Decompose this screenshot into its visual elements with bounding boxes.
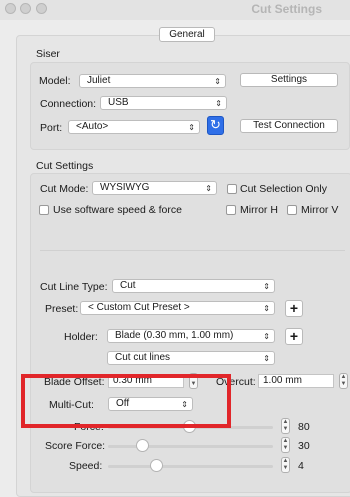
model-label: Model:	[39, 75, 71, 87]
speed-label: Speed:	[69, 460, 103, 472]
divider	[40, 250, 345, 251]
cut-mode-select[interactable]: WYSIWYG ⇕	[92, 181, 217, 195]
chevron-updown-icon: ⇕	[215, 99, 222, 108]
test-connection-button[interactable]: Test Connection	[240, 119, 338, 133]
holder-label: Holder:	[64, 331, 98, 343]
chevron-updown-icon: ⇕	[263, 332, 270, 341]
use-software-speed-checkbox[interactable]	[39, 205, 49, 215]
force-stepper[interactable]: ▲ ▼	[281, 418, 290, 434]
holder-select[interactable]: Blade (0.30 mm, 1.00 mm) ⇕	[107, 329, 275, 343]
add-preset-button[interactable]: +	[285, 300, 303, 317]
holder-value: Blade (0.30 mm, 1.00 mm)	[115, 330, 234, 341]
mirror-h-label: Mirror H	[240, 204, 278, 216]
chevron-updown-icon: ⇕	[214, 77, 221, 86]
speed-value: 4	[298, 460, 304, 472]
window-title: Cut Settings	[251, 2, 322, 16]
siser-group-title: Siser	[36, 48, 60, 60]
score-force-value: 30	[298, 440, 310, 452]
port-value: <Auto>	[76, 121, 109, 132]
plus-icon: +	[289, 328, 299, 344]
minimize-window-button[interactable]	[20, 3, 31, 14]
score-force-slider-knob[interactable]	[136, 439, 149, 452]
overcut-stepper[interactable]: ▲ ▼	[339, 373, 348, 389]
add-holder-button[interactable]: +	[285, 328, 303, 345]
chevron-updown-icon: ⇕	[263, 282, 270, 291]
overcut-field[interactable]: 1.00 mm	[258, 374, 334, 388]
cut-line-type-value: Cut	[120, 280, 136, 291]
cut-lines-select[interactable]: Cut cut lines ⇕	[107, 351, 275, 365]
preset-value: < Custom Cut Preset >	[88, 302, 190, 313]
cut-settings-group-title: Cut Settings	[36, 160, 94, 172]
cut-mode-value: WYSIWYG	[100, 182, 150, 193]
force-value: 80	[298, 421, 310, 433]
model-value: Juliet	[87, 75, 111, 86]
cut-mode-label: Cut Mode:	[40, 183, 89, 195]
tab-general[interactable]: General	[159, 27, 215, 42]
highlight-box	[21, 374, 231, 428]
score-force-stepper[interactable]: ▲ ▼	[281, 437, 290, 453]
refresh-icon: ↻	[210, 117, 221, 132]
cut-line-type-label: Cut Line Type:	[40, 281, 108, 293]
connection-select[interactable]: USB ⇕	[100, 96, 227, 110]
score-force-label: Score Force:	[45, 440, 106, 452]
title-bar: Cut Settings	[0, 0, 350, 20]
speed-slider-knob[interactable]	[150, 459, 163, 472]
use-software-speed-label: Use software speed & force	[53, 204, 182, 216]
model-select[interactable]: Juliet ⇕	[79, 74, 226, 88]
preset-label: Preset:	[45, 303, 79, 315]
port-label: Port:	[40, 122, 63, 134]
speed-stepper[interactable]: ▲ ▼	[281, 457, 290, 473]
settings-button[interactable]: Settings	[240, 73, 338, 87]
mirror-v-checkbox[interactable]	[287, 205, 297, 215]
speed-slider[interactable]	[108, 465, 273, 468]
mirror-v-label: Mirror V	[301, 204, 339, 216]
preset-select[interactable]: < Custom Cut Preset > ⇕	[80, 301, 275, 315]
chevron-updown-icon: ⇕	[188, 123, 195, 132]
chevron-updown-icon: ⇕	[263, 304, 270, 313]
zoom-window-button[interactable]	[36, 3, 47, 14]
cut-selection-only-label: Cut Selection Only	[240, 183, 327, 195]
chevron-updown-icon: ⇕	[205, 184, 212, 193]
score-force-slider[interactable]	[108, 445, 273, 448]
connection-value: USB	[108, 97, 129, 108]
cut-lines-value: Cut cut lines	[115, 352, 171, 363]
port-select[interactable]: <Auto> ⇕	[68, 120, 200, 134]
plus-icon: +	[289, 300, 299, 316]
refresh-port-button[interactable]: ↻	[207, 116, 224, 135]
cut-selection-only-checkbox[interactable]	[227, 184, 237, 194]
cut-line-type-select[interactable]: Cut ⇕	[112, 279, 275, 293]
chevron-updown-icon: ⇕	[263, 354, 270, 363]
connection-label: Connection:	[40, 98, 97, 110]
close-window-button[interactable]	[5, 3, 16, 14]
mirror-h-checkbox[interactable]	[226, 205, 236, 215]
